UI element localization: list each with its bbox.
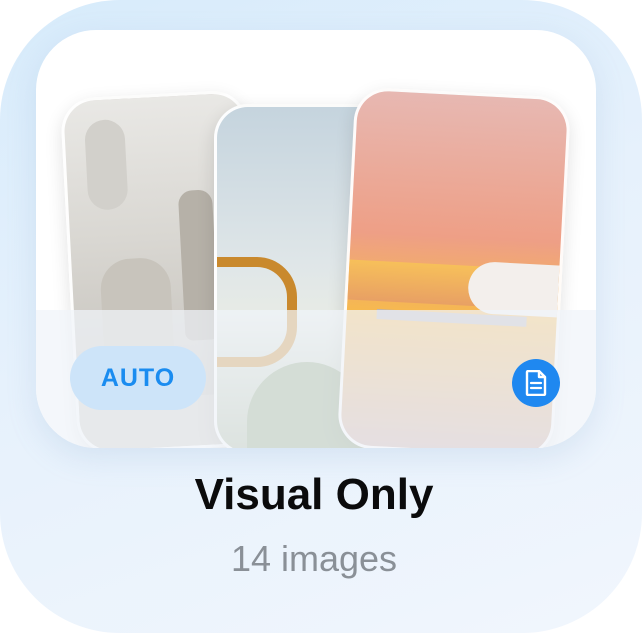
auto-badge[interactable]: AUTO [70, 346, 206, 410]
image-count: 14 images [230, 538, 398, 579]
preview-card: AUTO [36, 30, 596, 448]
mode-title: Visual Only [194, 470, 434, 519]
document-icon[interactable] [512, 359, 560, 407]
mode-tile[interactable]: AUTO Visual Only 14 images [0, 0, 642, 633]
